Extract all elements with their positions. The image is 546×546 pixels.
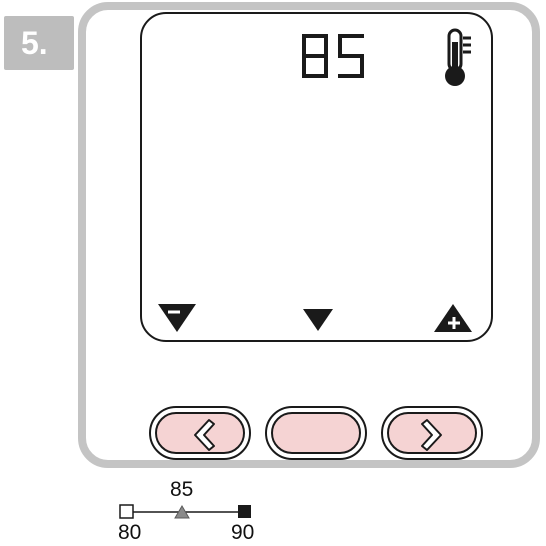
chevron-right-icon — [421, 419, 442, 451]
temperature-value: 85 — [302, 34, 364, 78]
step-badge: 5. — [4, 16, 74, 70]
left-button[interactable] — [149, 406, 251, 460]
range-min-marker — [119, 504, 134, 519]
middle-button[interactable] — [265, 406, 367, 460]
triangle-up-plus-icon — [434, 304, 472, 332]
triangle-down-minus-icon — [158, 304, 196, 332]
middle-button-face[interactable] — [271, 412, 361, 454]
right-button[interactable] — [381, 406, 483, 460]
step-label: 5. — [21, 25, 48, 61]
range-min-label: 80 — [118, 521, 142, 544]
triangle-down-icon — [303, 309, 333, 331]
range-max-label: 90 — [231, 521, 255, 544]
range-max-marker — [238, 505, 251, 518]
chevron-left-icon — [194, 419, 215, 451]
thermometer-icon — [445, 28, 471, 86]
range-current-label: 85 — [170, 478, 194, 501]
